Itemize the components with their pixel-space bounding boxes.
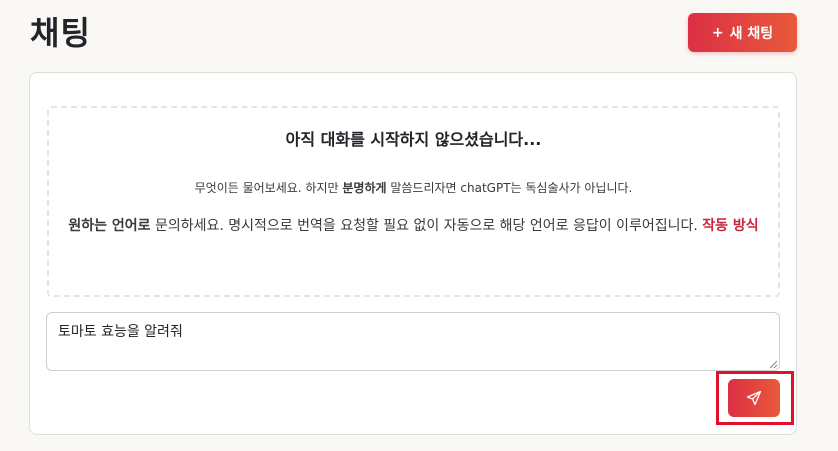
desc-text-pre: 무엇이든 물어보세요. 하지만	[194, 181, 343, 195]
how-it-works-link[interactable]: 작동 방식	[702, 218, 758, 234]
message-input[interactable]: 토마토 효능을 알려줘	[46, 312, 780, 371]
resize-handle-icon[interactable]	[769, 360, 778, 369]
empty-state-description: 무엇이든 물어보세요. 하지만 분명하게 말씀드리자면 chatGPT는 독심술…	[49, 179, 778, 196]
new-chat-button[interactable]: + 새 채팅	[688, 13, 797, 52]
chat-card: 아직 대화를 시작하지 않으셨습니다... 무엇이든 물어보세요. 하지만 분명…	[29, 72, 797, 435]
plus-icon: +	[711, 24, 724, 41]
send-button[interactable]	[728, 379, 780, 417]
chat-page: 채팅 + 새 채팅 아직 대화를 시작하지 않으셨습니다... 무엇이든 물어보…	[0, 0, 838, 451]
empty-state-title: 아직 대화를 시작하지 않으셨습니다...	[285, 130, 542, 149]
language-text: 문의하세요. 명시적으로 번역을 요청할 필요 없이 자동으로 해당 언어로 응…	[150, 218, 703, 234]
paper-plane-icon	[746, 390, 762, 406]
empty-state: 아직 대화를 시작하지 않으셨습니다... 무엇이든 물어보세요. 하지만 분명…	[47, 106, 780, 297]
desc-emphasis: 분명하게	[342, 181, 387, 195]
language-note: 원하는 언어로 문의하세요. 명시적으로 번역을 요청할 필요 없이 자동으로 …	[59, 214, 768, 238]
new-chat-label: 새 채팅	[729, 25, 774, 42]
page-title: 채팅	[30, 14, 91, 52]
language-emphasis: 원하는 언어로	[68, 218, 151, 234]
desc-text-post: 말씀드리자면 chatGPT는 독심술사가 아닙니다.	[386, 181, 633, 195]
